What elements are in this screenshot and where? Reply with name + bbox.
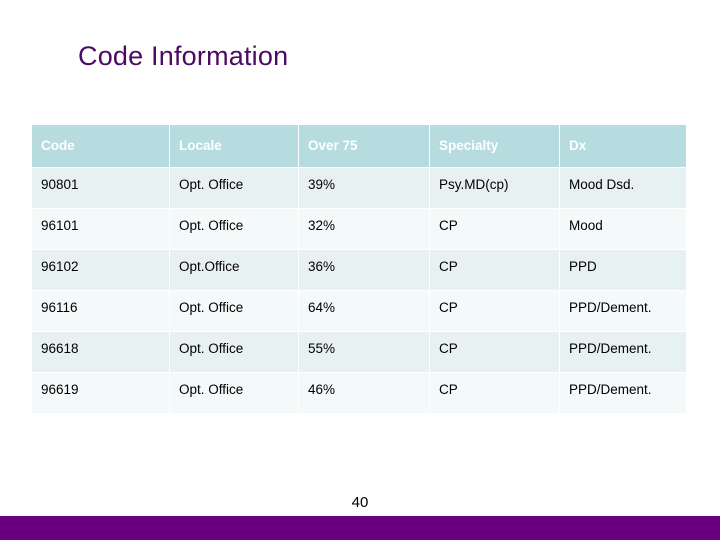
cell-dx: PPD/Dement. (560, 373, 686, 413)
cell-code: 96619 (32, 373, 169, 413)
column-header-locale: Locale (170, 125, 298, 167)
cell-over-75: 46% (299, 373, 429, 413)
cell-locale: Opt. Office (170, 291, 298, 331)
cell-dx: Mood Dsd. (560, 168, 686, 208)
cell-over-75: 55% (299, 332, 429, 372)
page-number: 40 (351, 494, 369, 511)
cell-over-75: 64% (299, 291, 429, 331)
cell-dx: PPD/Dement. (560, 291, 686, 331)
cell-specialty: CP (430, 332, 559, 372)
table-row: 96618 Opt. Office 55% CP PPD/Dement. (32, 332, 686, 372)
code-information-table: Code Locale Over 75 Specialty Dx 90801 O… (31, 124, 687, 414)
table-header-row: Code Locale Over 75 Specialty Dx (32, 125, 686, 167)
column-header-specialty: Specialty (430, 125, 559, 167)
slide: Code Information Code Locale Over 75 Spe… (0, 0, 720, 540)
cell-over-75: 39% (299, 168, 429, 208)
table-row: 96116 Opt. Office 64% CP PPD/Dement. (32, 291, 686, 331)
cell-specialty: CP (430, 209, 559, 249)
cell-code: 96102 (32, 250, 169, 290)
cell-locale: Opt. Office (170, 168, 298, 208)
column-header-over-75: Over 75 (299, 125, 429, 167)
cell-over-75: 36% (299, 250, 429, 290)
code-information-table-wrapper: Code Locale Over 75 Specialty Dx 90801 O… (31, 124, 686, 414)
page-title: Code Information (78, 41, 289, 71)
cell-over-75: 32% (299, 209, 429, 249)
cell-specialty: CP (430, 373, 559, 413)
table-row: 96101 Opt. Office 32% CP Mood (32, 209, 686, 249)
table-row: 90801 Opt. Office 39% Psy.MD(cp) Mood Ds… (32, 168, 686, 208)
cell-locale: Opt. Office (170, 209, 298, 249)
cell-specialty: CP (430, 291, 559, 331)
cell-code: 96618 (32, 332, 169, 372)
table-body: 90801 Opt. Office 39% Psy.MD(cp) Mood Ds… (32, 168, 686, 413)
cell-specialty: Psy.MD(cp) (430, 168, 559, 208)
cell-dx: Mood (560, 209, 686, 249)
cell-code: 96116 (32, 291, 169, 331)
cell-code: 90801 (32, 168, 169, 208)
cell-locale: Opt. Office (170, 332, 298, 372)
table-row: 96619 Opt. Office 46% CP PPD/Dement. (32, 373, 686, 413)
cell-locale: Opt.Office (170, 250, 298, 290)
cell-dx: PPD (560, 250, 686, 290)
table-header: Code Locale Over 75 Specialty Dx (32, 125, 686, 167)
footer-accent-bar (0, 516, 720, 540)
cell-code: 96101 (32, 209, 169, 249)
column-header-dx: Dx (560, 125, 686, 167)
cell-specialty: CP (430, 250, 559, 290)
cell-locale: Opt. Office (170, 373, 298, 413)
table-row: 96102 Opt.Office 36% CP PPD (32, 250, 686, 290)
column-header-code: Code (32, 125, 169, 167)
cell-dx: PPD/Dement. (560, 332, 686, 372)
